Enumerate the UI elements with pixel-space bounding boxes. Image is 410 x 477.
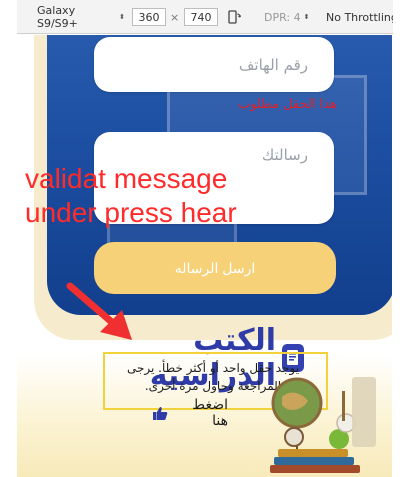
message-placeholder: رسالتك <box>261 146 308 164</box>
height-input[interactable]: 740 <box>184 8 218 26</box>
times-sign: × <box>170 10 180 24</box>
rotate-device-icon[interactable] <box>226 0 242 34</box>
device-label: Galaxy S9/S9+ <box>37 4 78 30</box>
viewport-gutter-left <box>0 0 17 442</box>
throttling-label: No Throttling <box>326 10 398 24</box>
thumbs-up-icon <box>152 406 168 420</box>
study-illustration <box>270 377 376 473</box>
phone-input[interactable]: رقم الهاتف <box>94 37 334 92</box>
phone-error-message: هذا الحقل مطلوب <box>238 97 337 112</box>
updown-caret-icon: ⬍ <box>303 13 310 21</box>
updown-caret-icon: ⬍ <box>119 13 125 21</box>
dpr-select[interactable]: DPR: 4 ⬍ <box>264 0 320 34</box>
devtools-toolbar: Galaxy S9/S9+ ⬍ 360 × 740 DPR: 4 ⬍ No Thro… <box>0 0 410 34</box>
annotation-line-1: validat message <box>25 163 228 194</box>
dpr-label: DPR: 4 <box>264 10 301 24</box>
width-input[interactable]: 360 <box>132 8 166 26</box>
device-select[interactable]: Galaxy S9/S9+ ⬍ <box>37 0 125 34</box>
press-here-link[interactable]: اضغط هنا <box>152 397 228 429</box>
phone-placeholder: رقم الهاتف <box>238 55 308 74</box>
viewport-gutter-right <box>393 0 410 442</box>
press-label: اضغط هنا <box>192 397 228 429</box>
annotation-line-2: under press hear <box>25 197 237 228</box>
device-viewport: رقم الهاتف هذا الحقل مطلوب رسالتك ارسل ا… <box>17 35 392 477</box>
